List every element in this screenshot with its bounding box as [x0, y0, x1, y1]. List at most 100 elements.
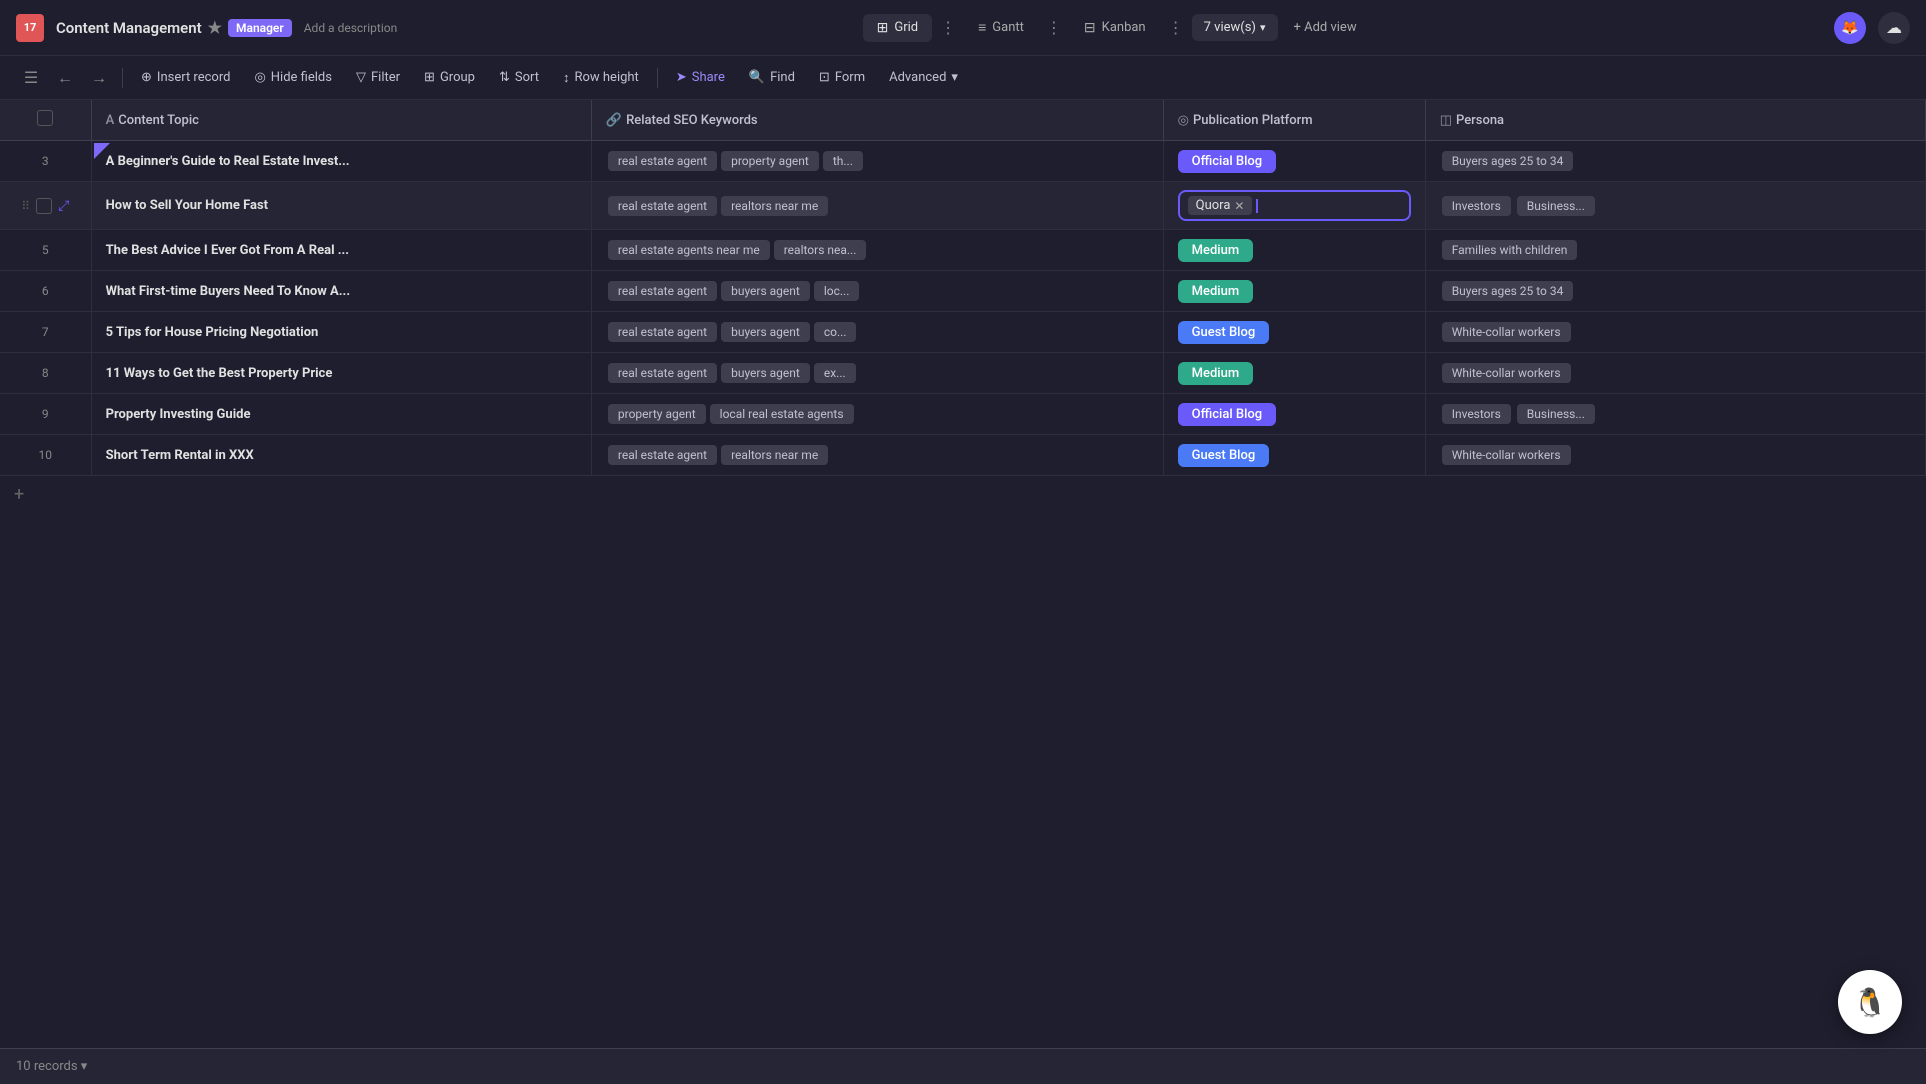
tab-gantt[interactable]: ≡ Gantt	[964, 13, 1038, 42]
sidebar-toggle[interactable]: ☰	[16, 63, 46, 93]
table-header-row: A Content Topic 🔗 Related SEO Keywords ◎…	[0, 100, 1926, 141]
persona-cell[interactable]: White-collar workers	[1425, 435, 1925, 476]
platform-cell[interactable]: Guest Blog	[1163, 312, 1425, 353]
undo-button[interactable]: ←	[50, 63, 80, 93]
row-number: 6	[42, 284, 49, 298]
seo-tag: real estate agent	[608, 151, 717, 171]
seo-cell[interactable]: real estate agentbuyers agentloc...	[591, 271, 1163, 312]
topic-cell[interactable]: What First-time Buyers Need To Know A...	[91, 271, 591, 312]
seo-tag: real estate agent	[608, 322, 717, 342]
share-button[interactable]: ➤ Share	[666, 65, 735, 90]
gantt-more-btn[interactable]: ⋮	[1042, 16, 1066, 40]
group-button[interactable]: ⊞ Group	[414, 65, 485, 90]
seo-tag: buyers agent	[721, 363, 810, 383]
star-icon[interactable]: ★	[208, 18, 222, 37]
find-button[interactable]: 🔍 Find	[739, 65, 805, 90]
platform-cell[interactable]: Medium	[1163, 230, 1425, 271]
seo-tag: property agent	[721, 151, 819, 171]
header-publication-platform[interactable]: ◎ Publication Platform	[1163, 100, 1425, 141]
persona-tag: Families with children	[1442, 240, 1578, 260]
table-row: 75 Tips for House Pricing Negotiationrea…	[0, 312, 1926, 353]
topic-text: 5 Tips for House Pricing Negotiation	[106, 325, 319, 340]
topic-cell[interactable]: How to Sell Your Home Fast	[91, 182, 591, 230]
topic-cell[interactable]: A Beginner's Guide to Real Estate Invest…	[91, 141, 591, 182]
select-all-checkbox[interactable]	[37, 110, 53, 126]
seo-cell[interactable]: property agentlocal real estate agents	[591, 394, 1163, 435]
tab-kanban[interactable]: ⊟ Kanban	[1070, 14, 1160, 42]
persona-cell[interactable]: White-collar workers	[1425, 312, 1925, 353]
platform-cell[interactable]: Official Blog	[1163, 394, 1425, 435]
quora-editing-cell[interactable]: Quora ✕	[1178, 190, 1411, 221]
status-bar: 10 records ▾	[0, 1048, 1926, 1084]
seo-cell[interactable]: real estate agentbuyers agentex...	[591, 353, 1163, 394]
form-icon: ⊡	[819, 70, 830, 85]
topic-text: A Beginner's Guide to Real Estate Invest…	[106, 154, 350, 169]
records-count[interactable]: 10 records ▾	[16, 1059, 87, 1074]
filter-button[interactable]: ▽ Filter	[346, 65, 410, 90]
kanban-more-btn[interactable]: ⋮	[1164, 16, 1188, 40]
row-num-cell: 3	[0, 141, 91, 182]
seo-cell[interactable]: real estate agentrealtors near me	[591, 182, 1163, 230]
table-row: 9Property Investing Guideproperty agentl…	[0, 394, 1926, 435]
table-row: 6 What First-time Buyers Need To Know A..…	[0, 271, 1926, 312]
seo-cell[interactable]: real estate agentbuyers agentco...	[591, 312, 1163, 353]
topic-cell[interactable]: The Best Advice I Ever Got From A Real .…	[91, 230, 591, 271]
floating-bot[interactable]: 🐧	[1838, 970, 1902, 1034]
seo-tag: co...	[814, 322, 857, 342]
topic-cell[interactable]: 11 Ways to Get the Best Property Price	[91, 353, 591, 394]
platform-cell[interactable]: Guest Blog	[1163, 435, 1425, 476]
persona-cell[interactable]: Buyers ages 25 to 34	[1425, 141, 1925, 182]
persona-cell[interactable]: InvestorsBusiness...	[1425, 182, 1925, 230]
add-view-button[interactable]: + Add view	[1282, 14, 1369, 41]
row-number: 5	[42, 243, 49, 257]
hide-fields-button[interactable]: ◎ Hide fields	[244, 65, 342, 90]
cursor-indicator	[94, 143, 110, 159]
topic-cell[interactable]: 5 Tips for House Pricing Negotiation	[91, 312, 591, 353]
header-persona[interactable]: ◫ Persona	[1425, 100, 1925, 141]
platform-tag: Official Blog	[1178, 403, 1277, 426]
seo-cell[interactable]: real estate agentproperty agentth...	[591, 141, 1163, 182]
toolbar: ☰ ← → ⊕ Insert record ◎ Hide fields ▽ Fi…	[0, 56, 1926, 100]
row-height-button[interactable]: ↕ Row height	[553, 65, 649, 91]
tab-grid[interactable]: ⊞ Grid	[863, 14, 933, 42]
views-count[interactable]: 7 view(s) ▾	[1192, 14, 1278, 41]
topic-cell[interactable]: Short Term Rental in XXX	[91, 435, 591, 476]
quora-remove-button[interactable]: ✕	[1234, 199, 1244, 213]
cloud-icon: ☁	[1878, 12, 1910, 44]
row-checkbox[interactable]	[36, 198, 52, 214]
persona-cell[interactable]: Families with children	[1425, 230, 1925, 271]
platform-cell[interactable]: Medium	[1163, 353, 1425, 394]
drag-handle[interactable]: ⠿	[21, 199, 30, 213]
persona-tags: Buyers ages 25 to 34	[1440, 279, 1911, 303]
insert-icon: ⊕	[141, 70, 152, 85]
seo-cell[interactable]: real estate agents near merealtors nea..…	[591, 230, 1163, 271]
persona-tags: InvestorsBusiness...	[1440, 194, 1911, 218]
row-num-cell: 8	[0, 353, 91, 394]
expand-button[interactable]: ⤢	[58, 198, 69, 214]
persona-tags: White-collar workers	[1440, 443, 1911, 467]
topic-text: Short Term Rental in XXX	[106, 448, 254, 463]
persona-cell[interactable]: InvestorsBusiness...	[1425, 394, 1925, 435]
header-seo-keywords[interactable]: 🔗 Related SEO Keywords	[591, 100, 1163, 141]
add-row-button[interactable]: +	[0, 476, 1926, 513]
persona-cell[interactable]: White-collar workers	[1425, 353, 1925, 394]
tab-gantt-label: Gantt	[992, 20, 1024, 35]
seo-cell[interactable]: real estate agentrealtors near me	[591, 435, 1163, 476]
sort-button[interactable]: ⇅ Sort	[489, 65, 549, 90]
header-content-topic[interactable]: A Content Topic	[91, 100, 591, 141]
platform-cell[interactable]: Official Blog	[1163, 141, 1425, 182]
grid-more-btn[interactable]: ⋮	[936, 16, 960, 40]
table-row: 811 Ways to Get the Best Property Pricer…	[0, 353, 1926, 394]
platform-tag: Medium	[1178, 362, 1254, 385]
user-avatar: 🦊	[1834, 12, 1866, 44]
filter-icon: ▽	[356, 70, 366, 85]
platform-cell[interactable]: Medium	[1163, 271, 1425, 312]
platform-cell[interactable]: Quora ✕	[1163, 182, 1425, 230]
insert-record-button[interactable]: ⊕ Insert record	[131, 65, 240, 90]
redo-button[interactable]: →	[84, 63, 114, 93]
topic-cell[interactable]: Property Investing Guide	[91, 394, 591, 435]
advanced-button[interactable]: Advanced ▾	[879, 65, 968, 90]
add-description[interactable]: Add a description	[304, 21, 398, 35]
persona-cell[interactable]: Buyers ages 25 to 34	[1425, 271, 1925, 312]
form-button[interactable]: ⊡ Form	[809, 65, 875, 90]
